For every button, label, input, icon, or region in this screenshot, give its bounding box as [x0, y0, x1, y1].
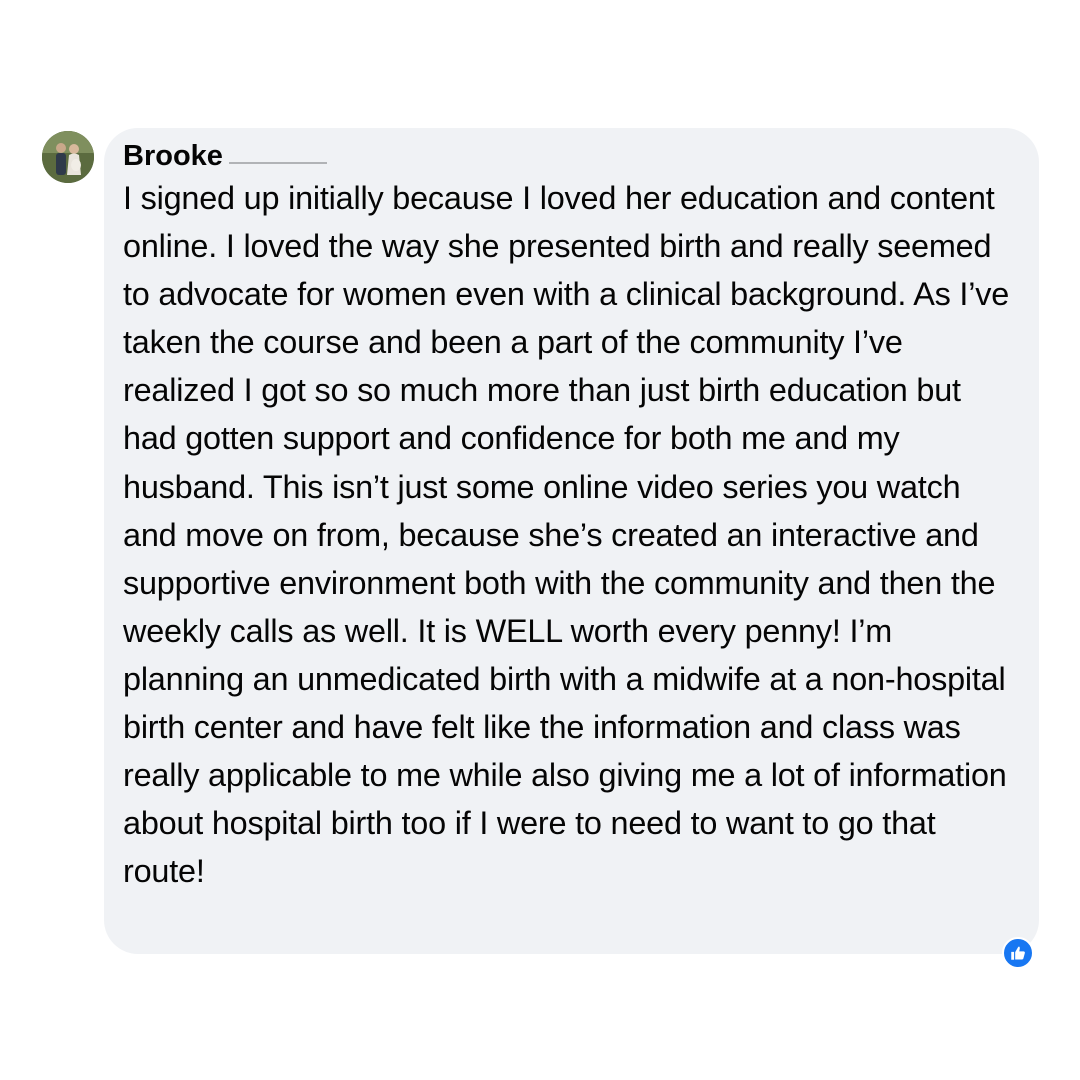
like-thumbs-up-icon [1011, 946, 1025, 960]
author-avatar[interactable] [42, 131, 94, 183]
like-reaction-badge[interactable] [1002, 937, 1034, 969]
comment-text: I signed up initially because I loved he… [123, 180, 1010, 890]
comment-bubble: Brooke I signed up initially because I l… [104, 128, 1039, 954]
author-surname-obscured [228, 148, 327, 168]
author-name[interactable]: Brooke [123, 140, 223, 172]
avatar-photo-icon [42, 131, 94, 183]
author-row: Brooke [123, 138, 1019, 174]
comment-meta-cropped [122, 958, 242, 966]
comment: Brooke I signed up initially because I l… [0, 0, 1080, 1080]
